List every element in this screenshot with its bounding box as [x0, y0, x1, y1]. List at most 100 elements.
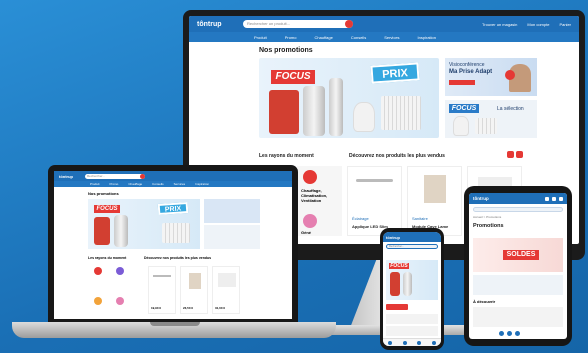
laptop-header: tôntrup Rechercher... — [54, 171, 292, 181]
product-price: 19,90 € — [151, 306, 162, 310]
nav-item-produit[interactable]: Produit — [254, 35, 267, 40]
promo-banner-selection[interactable]: FOCUS La sélection — [445, 100, 537, 138]
nav-item-services[interactable]: Services — [384, 35, 399, 40]
tablet: tôntrup Accueil > Promotions Promotions … — [464, 186, 572, 346]
site-logo[interactable]: tôntrup — [197, 21, 237, 28]
nav-item-inspiration[interactable]: Inspiration — [195, 182, 209, 186]
nav-item-services[interactable]: Services — [174, 182, 186, 186]
promo-banner-main[interactable]: FOCUS PRIX — [88, 199, 200, 249]
prix-badge: PRIX — [157, 201, 189, 216]
product-strip[interactable] — [473, 307, 563, 327]
laptop-notch — [150, 322, 200, 326]
play-icon[interactable] — [505, 70, 515, 80]
promo-banner[interactable]: SOLDES — [473, 238, 563, 272]
list-item[interactable] — [386, 326, 438, 336]
product-name: Applique LED Slim — [352, 224, 388, 229]
nav-item-promo[interactable]: Promo — [285, 35, 297, 40]
product-card[interactable]: 23,50 € — [180, 266, 208, 314]
promo-banner-visio[interactable]: Visioconférence Ma Prise Adapt — [445, 58, 537, 96]
toilet-image-2 — [453, 116, 469, 136]
section-rayons: Les rayons du moment — [259, 153, 314, 159]
bulb-icon[interactable] — [94, 297, 102, 305]
category-card-chauffage[interactable]: Chauffage, Climatisation, Ventilation Gé… — [297, 166, 342, 236]
site-logo[interactable]: tôntrup — [59, 174, 81, 179]
search-input[interactable]: Rechercher un produit... — [243, 20, 353, 28]
header-links: Trouver un magasin Mon compte Panier — [482, 22, 571, 27]
focus-badge: FOCUS — [389, 263, 409, 269]
search-icon[interactable] — [345, 20, 353, 28]
product-category: Éclairage — [352, 216, 369, 221]
page-dot[interactable] — [515, 331, 520, 336]
search-input[interactable]: Rechercher... — [85, 173, 145, 179]
search-placeholder: Rechercher un produit... — [247, 21, 290, 26]
tool-icon[interactable] — [116, 297, 124, 305]
product-card[interactable]: Éclairage Applique LED Slim — [347, 166, 402, 236]
focus-badge: FOCUS — [94, 205, 120, 213]
nav-item-conseils[interactable]: Conseils — [351, 35, 366, 40]
site-logo[interactable]: tôntrup — [386, 235, 400, 240]
tablet-screen: tôntrup Accueil > Promotions Promotions … — [469, 193, 567, 339]
cart-icon[interactable] — [559, 196, 563, 201]
nav-item-inspiration[interactable]: Inspiration — [418, 35, 436, 40]
flame-icon — [303, 170, 317, 184]
product-card[interactable]: 31,00 € — [212, 266, 240, 314]
flame-icon[interactable] — [94, 267, 102, 275]
page-dot[interactable] — [507, 331, 512, 336]
arrow-right-icon[interactable] — [516, 151, 523, 158]
site-logo[interactable]: tôntrup — [473, 196, 489, 201]
visio-title: Visioconférence — [449, 62, 485, 68]
promo-label[interactable]: Promotions — [386, 304, 408, 318]
search-icon[interactable] — [402, 340, 407, 345]
radiator-image-2 — [475, 118, 497, 134]
arrow-left-icon[interactable] — [507, 151, 514, 158]
tool-icon — [303, 214, 317, 228]
section-best-sellers: Découvrez nos produits les plus vendus — [144, 256, 212, 260]
nav-item-produit[interactable]: Produit — [90, 182, 100, 186]
category-label-2: Géné — [301, 230, 312, 235]
water-tank-image — [303, 86, 325, 136]
promo-banner-selection[interactable] — [204, 225, 260, 249]
nav-item-chauffage[interactable]: Chauffage — [128, 182, 142, 186]
radiator-image — [381, 96, 421, 130]
monitor-header: tôntrup Rechercher un produit... Trouver… — [189, 16, 579, 32]
cart-icon[interactable] — [431, 340, 436, 345]
product-price: 23,50 € — [183, 306, 194, 310]
nav-item-conseils[interactable]: Conseils — [152, 182, 164, 186]
tablet-header: tôntrup — [469, 193, 567, 204]
product-category: Sanitaire — [412, 216, 428, 221]
promo-banner[interactable]: FOCUS — [386, 260, 438, 300]
promo-banner-2[interactable] — [473, 275, 563, 295]
focus-badge-2: FOCUS — [449, 104, 479, 113]
search-input[interactable] — [473, 207, 563, 212]
drop-icon[interactable] — [116, 267, 124, 275]
header-link-store[interactable]: Trouver un magasin — [482, 22, 517, 27]
visio-subtitle: Ma Prise Adapt — [449, 69, 493, 75]
header-link-cart[interactable]: Panier — [559, 22, 571, 27]
bottom-nav — [383, 338, 441, 346]
list-item[interactable] — [386, 314, 438, 324]
radiator-image — [162, 223, 190, 243]
promo-banner-visio[interactable] — [204, 199, 260, 223]
product-image — [189, 273, 201, 289]
product-image — [356, 179, 393, 182]
store-icon[interactable] — [545, 196, 549, 201]
product-image — [218, 273, 236, 287]
promo-banner-main[interactable]: FOCUS PRIX — [259, 58, 439, 138]
promo-title: Nos promotions — [259, 47, 313, 54]
header-link-account[interactable]: Mon compte — [527, 22, 549, 27]
search-input[interactable]: Rechercher... — [386, 244, 438, 249]
home-icon[interactable] — [388, 340, 393, 345]
account-icon[interactable] — [417, 340, 422, 345]
product-card[interactable]: Sanitaire Module Cave Lame — [407, 166, 462, 236]
section-title: À découvrir — [473, 299, 496, 304]
laptop: tôntrup Rechercher... Produit Promo Chau… — [48, 165, 298, 325]
account-icon[interactable] — [552, 196, 556, 201]
nav-item-promo[interactable]: Promo — [110, 182, 119, 186]
visio-cta[interactable] — [449, 80, 475, 85]
page-dot[interactable] — [499, 331, 504, 336]
section-best-sellers: Découvrez nos produits les plus vendus — [349, 153, 445, 159]
promo-title: Nos promotions — [88, 191, 119, 196]
boiler-image — [94, 217, 110, 245]
product-card[interactable]: 19,90 € — [148, 266, 176, 314]
nav-item-chauffage[interactable]: Chauffage — [314, 35, 332, 40]
